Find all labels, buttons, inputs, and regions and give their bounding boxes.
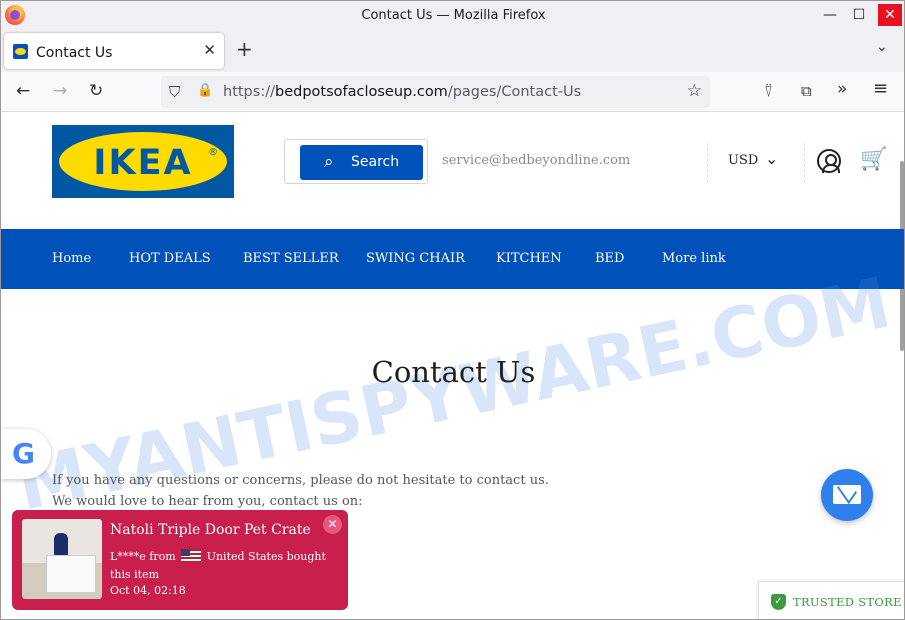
menu-item-kitchen[interactable]: KITCHEN [496, 251, 562, 266]
popup-buyer: L****e from [110, 550, 176, 563]
menu-item-swing-chair[interactable]: SWING CHAIR [366, 251, 465, 266]
support-email[interactable]: service@bedbeyondline.com [442, 153, 630, 168]
popup-close-button[interactable]: ✕ [323, 515, 342, 534]
extensions-icon[interactable]: ⧉ [801, 82, 812, 100]
reload-button[interactable]: ↻ [89, 81, 103, 101]
shield-check-icon: ✓ [771, 594, 786, 610]
menu-item-hot-deals[interactable]: HOT DEALS [129, 251, 211, 266]
bookmark-star-icon[interactable]: ☆ [687, 81, 702, 101]
menu-item-bed[interactable]: BED [595, 251, 624, 266]
minimize-button[interactable]: — [818, 4, 842, 26]
contact-intro-line: We would love to hear from you, contact … [52, 494, 363, 509]
google-icon: G [12, 437, 35, 470]
logo-registered-mark: ® [208, 147, 218, 158]
google-reviews-badge[interactable]: G [1, 429, 51, 479]
search-button[interactable]: ⌕ Search [300, 145, 423, 180]
url-text[interactable]: https://bedpotsofacloseup.com/pages/Cont… [223, 84, 581, 100]
cart-icon[interactable]: 🛒 [860, 147, 887, 172]
close-window-button[interactable]: ✕ [878, 4, 902, 26]
product-thumbnail[interactable] [22, 519, 102, 599]
tab-strip: Contact Us ✕ + ⌄ [1, 30, 904, 72]
menu-item-home[interactable]: Home [52, 251, 91, 266]
url-scheme: https:// [223, 84, 275, 100]
overflow-menu-icon[interactable]: » [837, 79, 847, 99]
currency-selector[interactable]: USD [728, 153, 758, 168]
trusted-store-label: TRUSTED STORE [793, 595, 902, 609]
page-title: Contact Us [371, 355, 536, 389]
web-page: IKEA ® ⌕ Search service@bedbeyondline.co… [1, 113, 904, 619]
ikea-logo[interactable]: IKEA ® [52, 125, 234, 198]
header-divider [804, 143, 805, 183]
hamburger-menu-icon[interactable]: ≡ [873, 78, 888, 99]
title-bar: Contact Us — Mozilla Firefox — ☐ ✕ [1, 1, 904, 30]
contact-mail-button[interactable] [821, 469, 873, 521]
ikea-favicon-icon [13, 44, 28, 59]
crate-shape [46, 555, 96, 593]
tab-close-icon[interactable]: ✕ [203, 41, 216, 59]
navigation-toolbar: ← → ↻ ⛉ 🔒 https://bedpotsofacloseup.com/… [1, 72, 904, 112]
account-icon[interactable] [817, 149, 841, 173]
header-divider [707, 143, 708, 183]
recent-purchase-popup[interactable]: Natoli Triple Door Pet Crate L****e from… [12, 510, 348, 610]
lock-icon[interactable]: 🔒 [197, 83, 213, 98]
tab-label: Contact Us [36, 45, 113, 61]
popup-time: Oct 04, 02:18 [110, 584, 186, 597]
url-domain: bedpotsofacloseup.com [274, 84, 448, 100]
url-path: /pages/Contact-Us [447, 84, 582, 100]
chevron-down-icon[interactable]: ⌄ [765, 149, 778, 168]
browser-window: Contact Us — Mozilla Firefox — ☐ ✕ Conta… [0, 0, 905, 620]
tracking-shield-icon[interactable]: ⛉ [169, 83, 180, 101]
logo-text: IKEA [93, 143, 193, 183]
popup-buyer-line: L****e from United States bought this it… [110, 548, 335, 584]
menu-item-best-seller[interactable]: BEST SELLER [243, 251, 339, 266]
address-bar[interactable]: ⛉ 🔒 https://bedpotsofacloseup.com/pages/… [161, 76, 710, 108]
trusted-store-badge[interactable]: ✓ TRUSTED STORE [758, 581, 904, 619]
maximize-button[interactable]: ☐ [847, 4, 871, 26]
main-menu: Home HOT DEALS BEST SELLER SWING CHAIR K… [1, 229, 904, 289]
vase-shape [54, 533, 68, 557]
menu-item-more-link[interactable]: More link [662, 251, 726, 266]
pocket-icon[interactable]: ⍢ [764, 82, 773, 100]
contact-intro-line: If you have any questions or concerns, p… [52, 473, 549, 488]
window-title: Contact Us — Mozilla Firefox [361, 8, 546, 23]
search-icon: ⌕ [324, 152, 334, 172]
search-box: ⌕ Search [284, 139, 428, 184]
envelope-icon [833, 485, 861, 504]
us-flag-icon [181, 549, 202, 562]
list-all-tabs-icon[interactable]: ⌄ [876, 39, 888, 55]
popup-product-title[interactable]: Natoli Triple Door Pet Crate [110, 522, 311, 538]
forward-button[interactable]: → [53, 81, 67, 101]
search-button-label: Search [351, 154, 400, 170]
back-button[interactable]: ← [16, 81, 30, 101]
tab-contact-us[interactable]: Contact Us ✕ [4, 33, 224, 69]
new-tab-button[interactable]: + [236, 37, 253, 61]
